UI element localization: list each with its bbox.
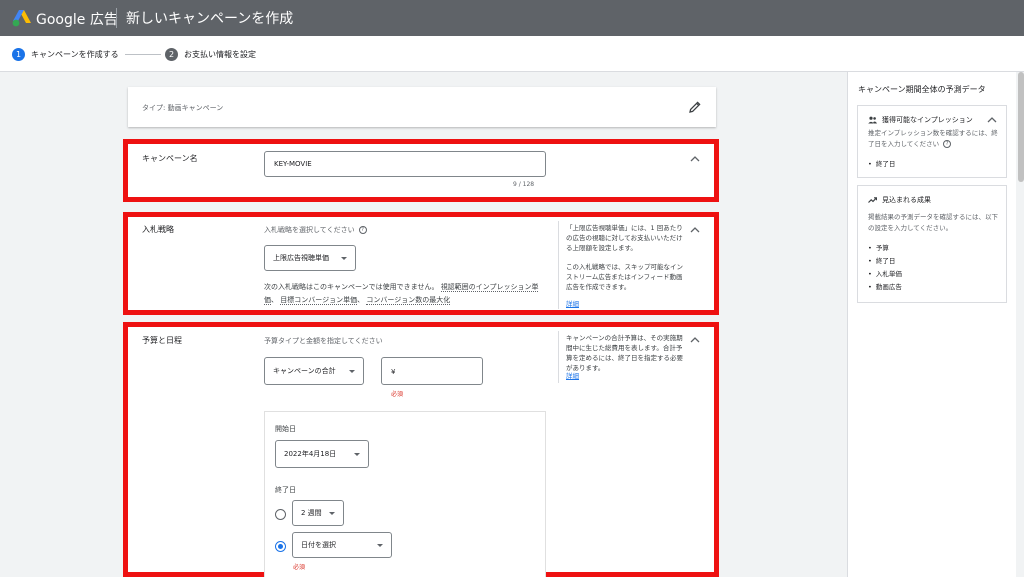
section-divider — [558, 331, 559, 383]
start-date-value: 2022年4月18日 — [284, 450, 337, 458]
bidding-hint: 入札戦略を選択してください? — [264, 225, 367, 235]
unavailable-note-text: 次の入札戦略はこのキャンペーンでは使用できません。 — [264, 283, 439, 291]
results-desc: 掲載結果の予測データを確認するには、以下の設定を入力してください。 — [868, 213, 998, 232]
list-item: 入札単価 — [868, 268, 902, 281]
dropdown-arrow-icon — [354, 452, 360, 456]
page-title: 新しいキャンペーンを作成 — [126, 11, 294, 27]
people-icon — [868, 116, 877, 124]
list-item: 動画広告 — [868, 281, 902, 294]
duration-dropdown[interactable]: 2 週間 — [292, 500, 344, 526]
forecast-panel: キャンペーン期間全体の予測データ 獲得可能なインプレッション 推定インプレッショ… — [847, 72, 1016, 577]
budget-hint: 予算タイプと金額を指定してください — [264, 337, 383, 345]
budget-details-link[interactable]: 詳細 — [566, 370, 579, 380]
impressions-desc-text: 推定インプレッション数を確認するには、終了日を入力してください — [868, 129, 998, 148]
dropdown-arrow-icon — [341, 256, 347, 260]
budget-required-text: 必須 — [391, 391, 404, 398]
bidding-side-note-1: 「上限広告視聴単価」には、1 回あたりの広告の視聴に対してお支払いいただける上限… — [566, 224, 683, 252]
help-icon[interactable]: ? — [943, 140, 952, 148]
top-app-bar: Google 広告 新しいキャンペーンを作成 — [0, 0, 1024, 36]
pencil-icon[interactable] — [688, 100, 702, 114]
schedule-panel: 開始日 2022年4月18日 終了日 2 週間 日付を選択 必須 — [264, 411, 546, 577]
dropdown-arrow-icon — [349, 369, 355, 373]
google-ads-logo-icon[interactable] — [12, 9, 32, 27]
step-2-label[interactable]: お支払い情報を設定 — [184, 49, 256, 60]
impressions-card-header[interactable]: 獲得可能なインプレッション — [868, 115, 973, 125]
list-item: 予算 — [868, 242, 902, 255]
bidding-strategy-dropdown[interactable]: 上限広告視聴単価 — [264, 245, 356, 271]
start-date-dropdown[interactable]: 2022年4月18日 — [275, 440, 369, 468]
campaign-type-label: タイプ: 動画キャンペーン — [142, 104, 224, 112]
character-counter: 9 / 128 — [513, 181, 535, 188]
header-divider — [116, 8, 117, 28]
budget-label: 予算と日程 — [142, 336, 182, 345]
budget-type-dropdown[interactable]: キャンペーンの合計 — [264, 357, 364, 385]
end-date-required-text: 必須 — [293, 564, 306, 571]
step-1-label[interactable]: キャンペーンを作成する — [31, 49, 119, 60]
bidding-side-note-2: この入札戦略では、スキップ可能なインストリーム広告またはインフィード動画広告を作… — [566, 263, 683, 291]
results-card-title: 見込まれる成果 — [882, 196, 931, 204]
end-date-dropdown[interactable]: 日付を選択 — [292, 532, 392, 558]
results-card-header: 見込まれる成果 — [868, 195, 931, 205]
end-date-value: 日付を選択 — [301, 541, 336, 549]
end-option-duration-radio[interactable] — [275, 509, 286, 520]
strategy-link-target-cpa[interactable]: 目標コンバージョン単価 — [280, 296, 358, 305]
bidding-section: 入札戦略 入札戦略を選択してください? 上限広告視聴単価 次の入札戦略はこのキャ… — [123, 212, 719, 315]
end-option-date-radio[interactable] — [275, 541, 286, 552]
step-connector — [125, 54, 161, 55]
step-1-number[interactable]: 1 — [12, 48, 25, 61]
end-date-label: 終了日 — [275, 486, 296, 494]
forecast-panel-title: キャンペーン期間全体の予測データ — [858, 85, 986, 94]
chevron-up-icon[interactable] — [690, 155, 700, 163]
campaign-type-card: タイプ: 動画キャンペーン — [128, 87, 716, 127]
campaign-name-section: キャンペーン名 KEY-MOVIE 9 / 128 — [123, 139, 719, 202]
trending-up-icon — [868, 197, 877, 203]
impressions-requirements-list: 終了日 — [868, 158, 896, 171]
chevron-up-icon[interactable] — [690, 336, 700, 344]
strategy-link-max-conversions[interactable]: コンバージョン数の最大化 — [366, 296, 451, 305]
results-card: 見込まれる成果 掲載結果の予測データを確認するには、以下の設定を入力してください… — [857, 185, 1007, 303]
currency-symbol: ¥ — [391, 368, 396, 376]
chevron-up-icon[interactable] — [987, 116, 997, 124]
budget-side-note: キャンペーンの合計予算は、その実施期間中に生じた総費用を表します。合計予算を定め… — [566, 334, 683, 372]
duration-value: 2 週間 — [301, 509, 322, 517]
impressions-card-title: 獲得可能なインプレッション — [882, 116, 973, 124]
dropdown-arrow-icon — [377, 543, 383, 547]
bidding-strategy-value: 上限広告視聴単価 — [273, 254, 329, 262]
stepper: 1 キャンペーンを作成する 2 お支払い情報を設定 — [0, 36, 1024, 72]
campaign-name-label: キャンペーン名 — [142, 154, 198, 163]
page-scrollbar[interactable] — [1018, 72, 1024, 182]
budget-schedule-section: 予算と日程 予算タイプと金額を指定してください キャンペーンの合計 ¥ 必須 キ… — [123, 322, 719, 577]
step-2-number[interactable]: 2 — [165, 48, 178, 61]
section-divider — [558, 221, 559, 309]
unavailable-strategies-note: 次の入札戦略はこのキャンペーンでは使用できません。 視認範囲のインプレッション単… — [264, 283, 539, 305]
budget-amount-input[interactable]: ¥ — [381, 357, 483, 385]
impressions-card: 獲得可能なインプレッション 推定インプレッション数を確認するには、終了日を入力し… — [857, 105, 1007, 178]
start-date-label: 開始日 — [275, 425, 296, 433]
bidding-details-link[interactable]: 詳細 — [566, 298, 579, 308]
list-item: 終了日 — [868, 255, 902, 268]
help-icon[interactable]: ? — [358, 226, 367, 234]
budget-type-value: キャンペーンの合計 — [273, 367, 336, 375]
impressions-desc: 推定インプレッション数を確認するには、終了日を入力してください? — [868, 128, 1000, 150]
dropdown-arrow-icon — [329, 511, 335, 515]
results-requirements-list: 予算 終了日 入札単価 動画広告 — [868, 242, 902, 294]
campaign-name-input[interactable]: KEY-MOVIE — [264, 151, 546, 177]
bidding-hint-text: 入札戦略を選択してください — [264, 226, 355, 234]
bidding-label: 入札戦略 — [142, 225, 174, 234]
chevron-up-icon[interactable] — [690, 226, 700, 234]
brand-name: Google 広告 — [36, 12, 118, 28]
list-item: 終了日 — [868, 158, 896, 171]
